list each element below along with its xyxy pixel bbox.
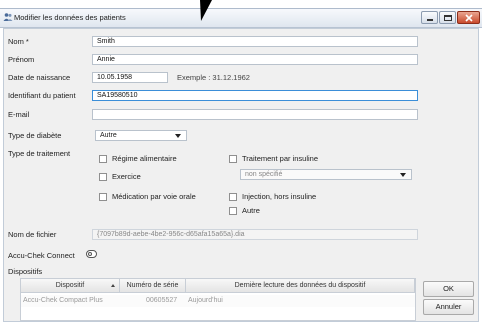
diabetes-type-select[interactable]: Autre bbox=[95, 130, 187, 141]
patient-id-field[interactable]: SA19580510 bbox=[92, 90, 418, 101]
patient-id-label: Identifiant du patient bbox=[8, 91, 76, 100]
serial-cell: 00605527 bbox=[146, 297, 178, 304]
diabetes-type-label: Type de diabète bbox=[8, 131, 62, 140]
filename-field: {7097b89d-aebe-4be2-956c-d65afa15a65a}.d… bbox=[92, 229, 418, 240]
birthdate-field[interactable]: 10.05.1958 bbox=[92, 72, 168, 83]
email-label: E-mail bbox=[8, 110, 30, 119]
injection-checkbox[interactable] bbox=[229, 193, 237, 201]
cancel-button[interactable]: Annuler bbox=[423, 299, 474, 315]
toggle-knob bbox=[88, 252, 92, 256]
filename-label: Nom de fichier bbox=[8, 230, 57, 239]
birthdate-label: Date de naissance bbox=[8, 73, 71, 82]
device-cell: Accu-Chek Compact Plus bbox=[23, 297, 103, 304]
minimize-button[interactable] bbox=[421, 11, 438, 24]
minimize-icon bbox=[427, 19, 433, 21]
ok-button[interactable]: OK bbox=[423, 281, 474, 297]
oral-medication-label: Médication par voie orale bbox=[112, 192, 196, 201]
window-title: Modifier les données des patients bbox=[14, 13, 126, 22]
exercise-checkbox[interactable] bbox=[99, 173, 107, 181]
maximize-button[interactable] bbox=[439, 11, 456, 24]
other-treatment-label: Autre bbox=[242, 206, 260, 215]
diet-label: Régime alimentaire bbox=[112, 154, 177, 163]
col-header-device[interactable]: Dispositif bbox=[21, 279, 120, 293]
oral-medication-checkbox[interactable] bbox=[99, 193, 107, 201]
cursor-icon bbox=[200, 0, 212, 21]
accu-connect-toggle[interactable] bbox=[86, 250, 97, 258]
insulin-type-value: non spécifié bbox=[245, 171, 283, 178]
birthdate-example: Exemple : 31.12.1962 bbox=[177, 73, 250, 82]
insulin-checkbox[interactable] bbox=[229, 155, 237, 163]
chevron-down-icon bbox=[175, 134, 181, 138]
diet-checkbox[interactable] bbox=[99, 155, 107, 163]
close-icon bbox=[465, 14, 473, 22]
first-name-field[interactable]: Annie bbox=[92, 54, 418, 65]
insulin-type-select[interactable]: non spécifié bbox=[240, 169, 412, 180]
sort-ascending-icon bbox=[111, 284, 115, 287]
devices-label: Dispositifs bbox=[8, 267, 43, 276]
diabetes-type-value: Autre bbox=[100, 132, 117, 139]
col-header-last-read[interactable]: Dernière lecture des données du disposit… bbox=[186, 279, 415, 293]
col-header-serial[interactable]: Numéro de série bbox=[120, 279, 186, 293]
last-name-label: Nom * bbox=[8, 37, 29, 46]
col-header-device-label: Dispositif bbox=[55, 282, 85, 289]
other-treatment-checkbox[interactable] bbox=[229, 207, 237, 215]
accu-connect-label: Accu-Chek Connect bbox=[8, 251, 75, 260]
last-read-cell: Aujourd'hui bbox=[188, 297, 223, 304]
maximize-icon bbox=[444, 15, 452, 21]
chevron-down-icon bbox=[400, 173, 406, 177]
last-name-field[interactable]: Smith bbox=[92, 36, 418, 47]
treatment-type-label: Type de traitement bbox=[8, 149, 71, 158]
first-name-label: Prénom bbox=[8, 55, 35, 64]
insulin-label: Traitement par insuline bbox=[242, 154, 319, 163]
close-button[interactable] bbox=[457, 11, 480, 24]
exercise-label: Exercice bbox=[112, 172, 141, 181]
email-field[interactable] bbox=[92, 109, 418, 120]
injection-label: Injection, hors insuline bbox=[242, 192, 317, 201]
people-icon bbox=[3, 13, 13, 21]
